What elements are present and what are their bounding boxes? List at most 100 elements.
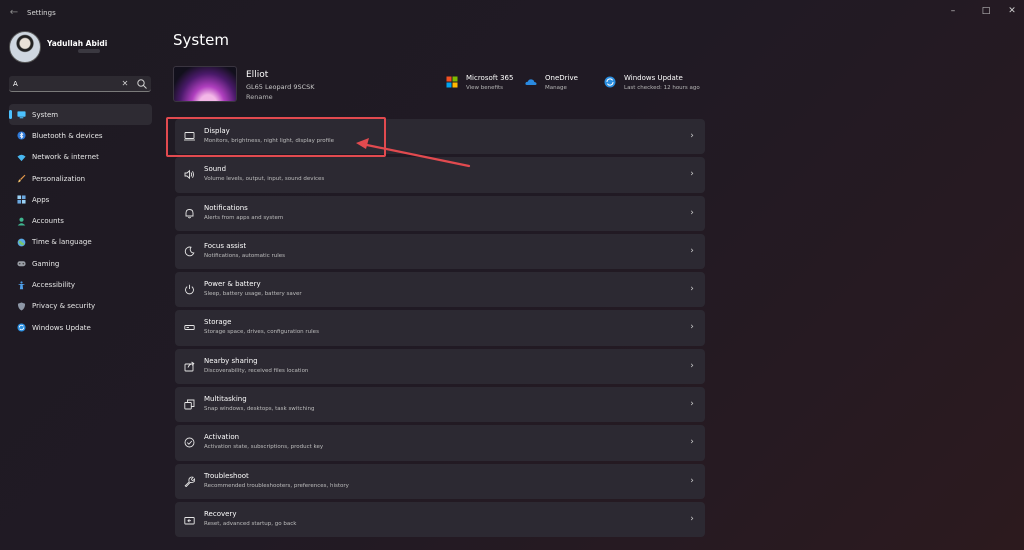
sidebar-item-label: Network & internet — [32, 153, 99, 162]
quick-link-windows-update[interactable]: Windows Update Last checked: 12 hours ag… — [604, 73, 714, 97]
card-title: Focus assist — [204, 241, 247, 250]
device-name: Elliot — [246, 70, 269, 80]
title-bar: ← Settings – □ ✕ — [0, 0, 1024, 26]
card-subtitle: Activation state, subscriptions, product… — [204, 444, 324, 451]
card-title: Notifications — [204, 203, 248, 212]
sidebar-item-network[interactable]: Network & internet — [9, 147, 152, 168]
chevron-right-icon: › — [690, 169, 694, 180]
app-title: Settings — [27, 9, 56, 17]
profile-email-redacted — [78, 49, 100, 53]
chevron-right-icon: › — [690, 360, 694, 371]
sidebar-item-label: Accessibility — [32, 281, 76, 290]
maximize-button[interactable]: □ — [974, 4, 998, 18]
back-arrow-icon[interactable]: ← — [8, 7, 20, 19]
quick-link-title: OneDrive — [545, 74, 578, 82]
sidebar-item-time-language[interactable]: Time & language — [9, 232, 152, 253]
settings-card-recovery[interactable]: Recovery Reset, advanced startup, go bac… — [175, 501, 705, 538]
card-title: Troubleshoot — [204, 471, 249, 480]
share-icon — [184, 361, 195, 372]
card-subtitle: Discoverability, received files location — [204, 367, 309, 374]
settings-card-activation[interactable]: Activation Activation state, subscriptio… — [175, 425, 705, 461]
sidebar-item-gaming[interactable]: Gaming — [9, 253, 152, 274]
sidebar-item-label: Time & language — [32, 238, 92, 247]
card-title: Multitasking — [204, 395, 247, 404]
card-title: Display — [204, 127, 230, 135]
card-subtitle: Snap windows, desktops, task switching — [204, 406, 315, 413]
chevron-right-icon: › — [690, 245, 694, 256]
settings-list: Display Monitors, brightness, night ligh… — [175, 119, 705, 540]
search-input[interactable] — [13, 78, 113, 90]
recovery-icon — [184, 517, 195, 525]
card-title: Power & battery — [204, 280, 261, 289]
avatar[interactable] — [9, 31, 41, 63]
chevron-right-icon: › — [690, 399, 694, 410]
settings-card-power-battery[interactable]: Power & battery Sleep, battery usage, ba… — [175, 272, 705, 308]
windows-update-icon — [604, 76, 616, 88]
settings-card-focus-assist[interactable]: Focus assist Notifications, automatic ru… — [175, 233, 705, 270]
windows-update-icon — [17, 323, 26, 332]
accounts-icon — [17, 217, 26, 226]
sidebar-item-privacy-security[interactable]: Privacy & security — [9, 296, 152, 317]
card-subtitle: Notifications, automatic rules — [204, 252, 286, 259]
sidebar-item-accessibility[interactable]: Accessibility — [9, 274, 152, 295]
card-subtitle: Reset, advanced startup, go back — [204, 520, 297, 527]
sidebar-item-label: Bluetooth & devices — [32, 131, 103, 140]
card-subtitle: Monitors, brightness, night light, displ… — [204, 138, 335, 144]
close-button[interactable]: ✕ — [1000, 4, 1024, 18]
apps-icon — [17, 195, 26, 204]
sidebar-item-label: Personalization — [32, 174, 86, 183]
power-icon — [185, 284, 194, 295]
search-box: ✕ — [9, 76, 151, 92]
sidebar-item-label: Windows Update — [32, 323, 91, 332]
settings-card-sound[interactable]: Sound Volume levels, output, input, soun… — [175, 157, 705, 193]
activation-icon — [184, 437, 195, 448]
quick-link-title: Microsoft 365 — [466, 74, 514, 82]
chevron-right-icon: › — [690, 513, 694, 524]
card-title: Activation — [204, 433, 240, 442]
device-model: GL65 Leopard 9SCSK — [246, 83, 315, 91]
quick-link-onedrive[interactable]: OneDrive Manage — [525, 73, 595, 97]
chevron-right-icon: › — [690, 207, 694, 218]
quick-link-title: Windows Update — [624, 74, 683, 82]
card-subtitle: Recommended troubleshooters, preferences… — [204, 482, 349, 489]
settings-card-notifications[interactable]: Notifications Alerts from apps and syste… — [175, 195, 705, 231]
chevron-right-icon: › — [690, 322, 694, 333]
rename-link[interactable]: Rename — [246, 93, 273, 101]
settings-card-nearby-sharing[interactable]: Nearby sharing Discoverability, received… — [175, 348, 705, 385]
speaker-icon — [184, 170, 194, 180]
device-wallpaper-thumbnail — [173, 66, 237, 102]
card-title: Sound — [204, 165, 227, 174]
sidebar-item-windows-update[interactable]: Windows Update — [9, 317, 152, 338]
multitasking-icon — [184, 399, 195, 410]
sidebar-item-system[interactable]: System — [9, 104, 152, 126]
moon-icon — [184, 246, 195, 257]
clear-icon[interactable]: ✕ — [119, 78, 131, 90]
page-title: System — [173, 31, 229, 49]
accessibility-icon — [17, 280, 26, 289]
card-subtitle: Sleep, battery usage, battery saver — [204, 291, 302, 298]
sidebar-item-accounts[interactable]: Accounts — [9, 210, 152, 231]
settings-card-troubleshoot[interactable]: Troubleshoot Recommended troubleshooters… — [175, 463, 705, 499]
settings-card-multitasking[interactable]: Multitasking Snap windows, desktops, tas… — [175, 387, 705, 423]
card-title: Recovery — [204, 509, 237, 518]
search-icon[interactable] — [136, 78, 148, 90]
profile-name: Yadullah Abidi — [47, 39, 108, 48]
sidebar-item-bluetooth[interactable]: Bluetooth & devices — [9, 125, 152, 146]
bluetooth-icon — [17, 131, 26, 140]
quick-link-microsoft-365[interactable]: Microsoft 365 View benefits — [446, 73, 536, 97]
chevron-right-icon: › — [690, 437, 694, 448]
settings-card-storage[interactable]: Storage Storage space, drives, configura… — [175, 310, 705, 346]
onedrive-icon — [525, 79, 537, 85]
sidebar-item-label: Privacy & security — [32, 302, 96, 311]
settings-card-display[interactable]: Display Monitors, brightness, night ligh… — [175, 119, 705, 155]
card-subtitle: Storage space, drives, configuration rul… — [204, 329, 319, 336]
minimize-button[interactable]: – — [941, 4, 965, 18]
sidebar-item-personalization[interactable]: Personalization — [9, 168, 152, 189]
sidebar-item-label: System — [32, 110, 59, 119]
card-subtitle: Alerts from apps and system — [204, 214, 284, 221]
sidebar-item-apps[interactable]: Apps — [9, 189, 152, 210]
quick-link-subtitle: Last checked: 12 hours ago — [624, 85, 700, 91]
monitor-icon — [184, 132, 195, 141]
globe-icon — [17, 238, 26, 247]
quick-link-subtitle: Manage — [545, 85, 567, 91]
